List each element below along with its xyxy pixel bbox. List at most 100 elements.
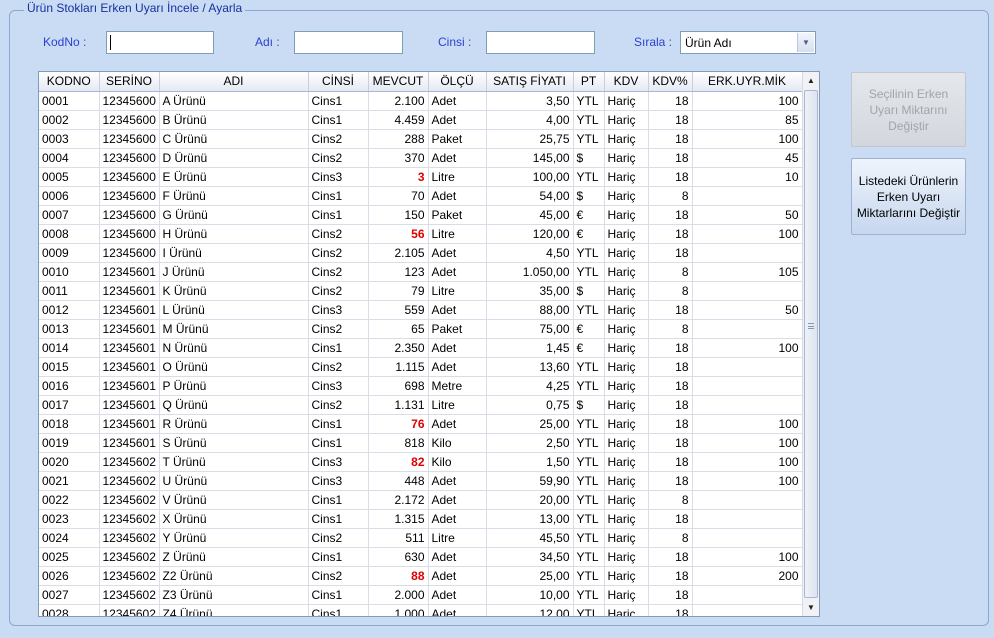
table-cell: Cins3 [308,167,369,187]
table-cell: 18 [648,224,693,244]
table-cell: 70 [368,186,429,206]
table-row[interactable]: 0002 12345600 B Ürünü Cins1 4.459 Adet 4,00 YTL… [39,110,803,130]
table-row[interactable]: 0017 12345601 Q Ürünü Cins2 1.131 Litre 0,75 $ H… [39,395,803,415]
table-cell: 288 [368,129,429,149]
column-header[interactable]: ADI [159,72,309,92]
scrollbar-thumb[interactable] [804,90,818,598]
table-cell [692,376,803,396]
table-cell: Hariç [604,547,649,567]
table-cell: 105 [692,262,803,282]
column-header[interactable]: KDV% [648,72,693,92]
table-cell: F Ürünü [159,186,309,206]
table-cell: YTL [573,110,605,130]
table-row[interactable]: 0006 12345600 F Ürünü Cins1 70 Adet 54,00 $ Hari… [39,186,803,206]
column-header[interactable]: SERİNO [99,72,160,92]
table-row[interactable]: 0027 12345602 Z3 Ürünü Cins1 2.000 Adet 10,00 Y… [39,585,803,605]
groupbox-title: Ürün Stokları Erken Uyarı İncele / Ayarl… [24,1,246,15]
column-header[interactable]: ERK.UYR.MİK [692,72,803,92]
arrow-down-icon[interactable]: ▼ [803,599,819,616]
table-row[interactable]: 0021 12345602 U Ürünü Cins3 448 Adet 59,90 YTL H… [39,471,803,491]
column-header[interactable]: SATIŞ FİYATI [486,72,574,92]
table-row[interactable]: 0007 12345600 G Ürünü Cins1 150 Paket 45,00 € Ha… [39,205,803,225]
table-row[interactable]: 0013 12345601 M Ürünü Cins2 65 Paket 75,00 € Har… [39,319,803,339]
table-cell: Adet [428,357,487,377]
table-cell: 12345602 [99,604,160,616]
adi-input[interactable] [294,31,403,54]
table-row[interactable]: 0005 12345600 E Ürünü Cins3 3 Litre 100,00 YTL H… [39,167,803,187]
table-cell: 12345602 [99,452,160,472]
table-cell: 4.459 [368,110,429,130]
table-row[interactable]: 0025 12345602 Z Ürünü Cins1 630 Adet 34,50 YTL H… [39,547,803,567]
table-cell: K Ürünü [159,281,309,301]
vertical-scrollbar[interactable]: ▲ ▼ [802,72,819,616]
chevron-down-icon[interactable]: ▼ [797,33,814,52]
table-cell: Hariç [604,186,649,206]
table-row[interactable]: 0016 12345601 P Ürünü Cins3 698 Metre 4,25 YTL H… [39,376,803,396]
table-cell: 12345600 [99,224,160,244]
table-row[interactable]: 0019 12345601 S Ürünü Cins1 818 Kilo 2,50 YTL Ha… [39,433,803,453]
column-header[interactable]: KDV [604,72,649,92]
change-all-warnings-button[interactable]: Listedeki Ürünlerin Erken Uyarı Miktarla… [851,158,966,235]
table-row[interactable]: 0012 12345601 L Ürünü Cins3 559 Adet 88,00 YTL H… [39,300,803,320]
table-row[interactable]: 0023 12345602 X Ürünü Cins1 1.315 Adet 13,00 YT… [39,509,803,529]
table-cell: 8 [648,490,693,510]
arrow-up-icon[interactable]: ▲ [803,72,819,89]
table-cell: Hariç [604,205,649,225]
grid-header-row: KODNO SERİNO ADI CİNSİ MEVCUT ÖLÇÜ SATIŞ FİYAT… [39,72,803,92]
table-cell: 18 [648,604,693,616]
table-cell: 12345601 [99,338,160,358]
table-cell: Cins1 [308,604,369,616]
table-row[interactable]: 0024 12345602 Y Ürünü Cins2 511 Litre 45,50 YTL… [39,528,803,548]
table-cell: 0016 [39,376,100,396]
table-cell: 0010 [39,262,100,282]
table-row[interactable]: 0022 12345602 V Ürünü Cins1 2.172 Adet 20,00 YT… [39,490,803,510]
table-cell: 100 [692,129,803,149]
table-row[interactable]: 0026 12345602 Z2 Ürünü Cins2 88 Adet 25,00 YTL H… [39,566,803,586]
table-row[interactable]: 0009 12345600 I Ürünü Cins2 2.105 Adet 4,50 YTL… [39,243,803,263]
table-cell: Q Ürünü [159,395,309,415]
table-cell: 59,90 [486,471,574,491]
table-row[interactable]: 0008 12345600 H Ürünü Cins2 56 Litre 120,00 € Ha… [39,224,803,244]
column-header[interactable]: MEVCUT [368,72,429,92]
table-cell: 4,50 [486,243,574,263]
table-row[interactable]: 0004 12345600 D Ürünü Cins2 370 Adet 145,00 $ Ha… [39,148,803,168]
table-cell: 100 [692,471,803,491]
column-header[interactable]: PT [573,72,605,92]
table-row[interactable]: 0003 12345600 C Ürünü Cins2 288 Paket 25,75 YTL… [39,129,803,149]
cinsi-input[interactable] [486,31,595,54]
table-cell: 0014 [39,338,100,358]
kodno-input[interactable] [106,31,214,54]
table-cell: € [573,338,605,358]
sort-combobox-value: Ürün Adı [685,36,732,50]
column-header[interactable]: KODNO [39,72,100,92]
table-cell: Cins2 [308,148,369,168]
table-row[interactable]: 0015 12345601 O Ürünü Cins2 1.115 Adet 13,60 YT… [39,357,803,377]
table-cell: YTL [573,547,605,567]
table-row[interactable]: 0010 12345601 J Ürünü Cins2 123 Adet 1.050,00 Y… [39,262,803,282]
table-cell: 8 [648,528,693,548]
table-cell: 0013 [39,319,100,339]
table-cell: YTL [573,262,605,282]
table-cell: Hariç [604,376,649,396]
sort-combobox[interactable]: Ürün Adı ▼ [680,31,816,54]
table-row[interactable]: 0018 12345601 R Ürünü Cins1 76 Adet 25,00 YTL Ha… [39,414,803,434]
table-cell: 0001 [39,91,100,111]
table-cell: Adet [428,414,487,434]
table-cell: 76 [368,414,429,434]
table-row[interactable]: 0011 12345601 K Ürünü Cins2 79 Litre 35,00 $ Har… [39,281,803,301]
table-cell [692,528,803,548]
table-row[interactable]: 0014 12345601 N Ürünü Cins1 2.350 Adet 1,45 € Ha… [39,338,803,358]
table-cell: Metre [428,376,487,396]
column-header[interactable]: CİNSİ [308,72,369,92]
table-cell: 2.100 [368,91,429,111]
table-cell: 25,00 [486,566,574,586]
column-header[interactable]: ÖLÇÜ [428,72,487,92]
table-cell: 12345600 [99,243,160,263]
change-selected-warning-button[interactable]: Seçilinin Erken Uyarı Miktarını Değiştir [851,72,966,147]
stock-grid[interactable]: KODNO SERİNO ADI CİNSİ MEVCUT ÖLÇÜ SATIŞ FİYAT… [38,71,820,617]
table-row[interactable]: 0028 12345602 Z4 Ürünü Cins1 1.000 Adet 12,00 Y… [39,604,803,616]
table-row[interactable]: 0001 12345600 A Ürünü Cins1 2.100 Adet 3,50 YTL… [39,91,803,111]
table-cell: G Ürünü [159,205,309,225]
table-row[interactable]: 0020 12345602 T Ürünü Cins3 82 Kilo 1,50 YTL Har… [39,452,803,472]
table-cell [692,490,803,510]
